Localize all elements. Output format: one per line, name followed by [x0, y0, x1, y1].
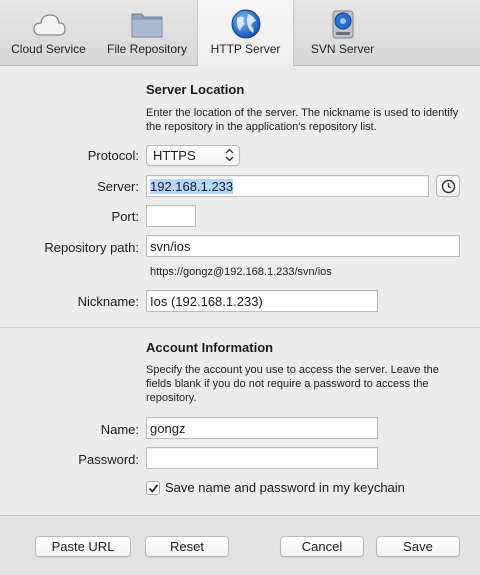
keychain-checkbox-label[interactable]: Save name and password in my keychain [165, 480, 405, 495]
section-divider [0, 327, 480, 328]
clock-icon [441, 179, 456, 194]
server-location-description: Enter the location of the server. The ni… [146, 107, 459, 133]
server-label: Server: [97, 179, 139, 194]
server-history-button[interactable] [436, 175, 460, 197]
repository-path-label: Repository path: [44, 240, 139, 255]
nickname-label: Nickname: [77, 294, 139, 309]
repository-path-value: svn/ios [150, 239, 191, 254]
settings-panel: Server Location Enter the location of th… [0, 67, 480, 515]
name-value: gongz [150, 421, 186, 436]
nickname-value: Ios (192.168.1.233) [150, 294, 263, 309]
port-label: Port: [111, 209, 139, 224]
tab-label: File Repository [106, 42, 188, 56]
cloud-icon [32, 8, 66, 40]
section-title-account-information: Account Information [146, 340, 274, 355]
password-field[interactable] [146, 447, 378, 469]
tab-label: Cloud Service [11, 42, 86, 56]
cancel-button[interactable]: Cancel [280, 536, 364, 557]
password-label: Password: [78, 452, 139, 467]
port-field[interactable] [146, 205, 196, 227]
globe-icon [229, 8, 263, 40]
protocol-value: HTTPS [153, 148, 196, 163]
server-value: 192.168.1.233 [150, 179, 234, 194]
name-field[interactable]: gongz [146, 417, 378, 439]
tab-cloud-service[interactable]: Cloud Service [0, 0, 97, 66]
checkmark-icon [148, 484, 159, 493]
preferences-toolbar: Cloud Service File Repository HTTP Serve… [0, 0, 480, 66]
repository-path-field[interactable]: svn/ios [146, 235, 460, 257]
tab-file-repository[interactable]: File Repository [97, 0, 197, 66]
keychain-checkbox[interactable] [146, 481, 160, 495]
server-drive-icon [326, 8, 360, 40]
folder-icon [130, 8, 164, 40]
select-arrows-icon [225, 148, 234, 162]
button-bar: Paste URL Reset Cancel Save [0, 515, 480, 575]
paste-url-button[interactable]: Paste URL [35, 536, 131, 557]
tab-http-server[interactable]: HTTP Server [197, 0, 294, 66]
reset-button[interactable]: Reset [145, 536, 229, 557]
server-field[interactable]: 192.168.1.233 [146, 175, 429, 197]
account-information-description: Specify the account you use to access th… [146, 364, 439, 404]
save-button[interactable]: Save [376, 536, 460, 557]
section-title-server-location: Server Location [146, 82, 245, 97]
tab-label: SVN Server [310, 42, 375, 56]
url-preview: https://gongz@192.168.1.233/svn/ios [150, 266, 332, 278]
tab-svn-server[interactable]: SVN Server [294, 0, 391, 66]
tab-label: HTTP Server [210, 42, 281, 56]
nickname-field[interactable]: Ios (192.168.1.233) [146, 290, 378, 312]
name-label: Name: [100, 422, 139, 437]
protocol-select[interactable]: HTTPS [146, 145, 240, 166]
protocol-label: Protocol: [87, 148, 139, 163]
